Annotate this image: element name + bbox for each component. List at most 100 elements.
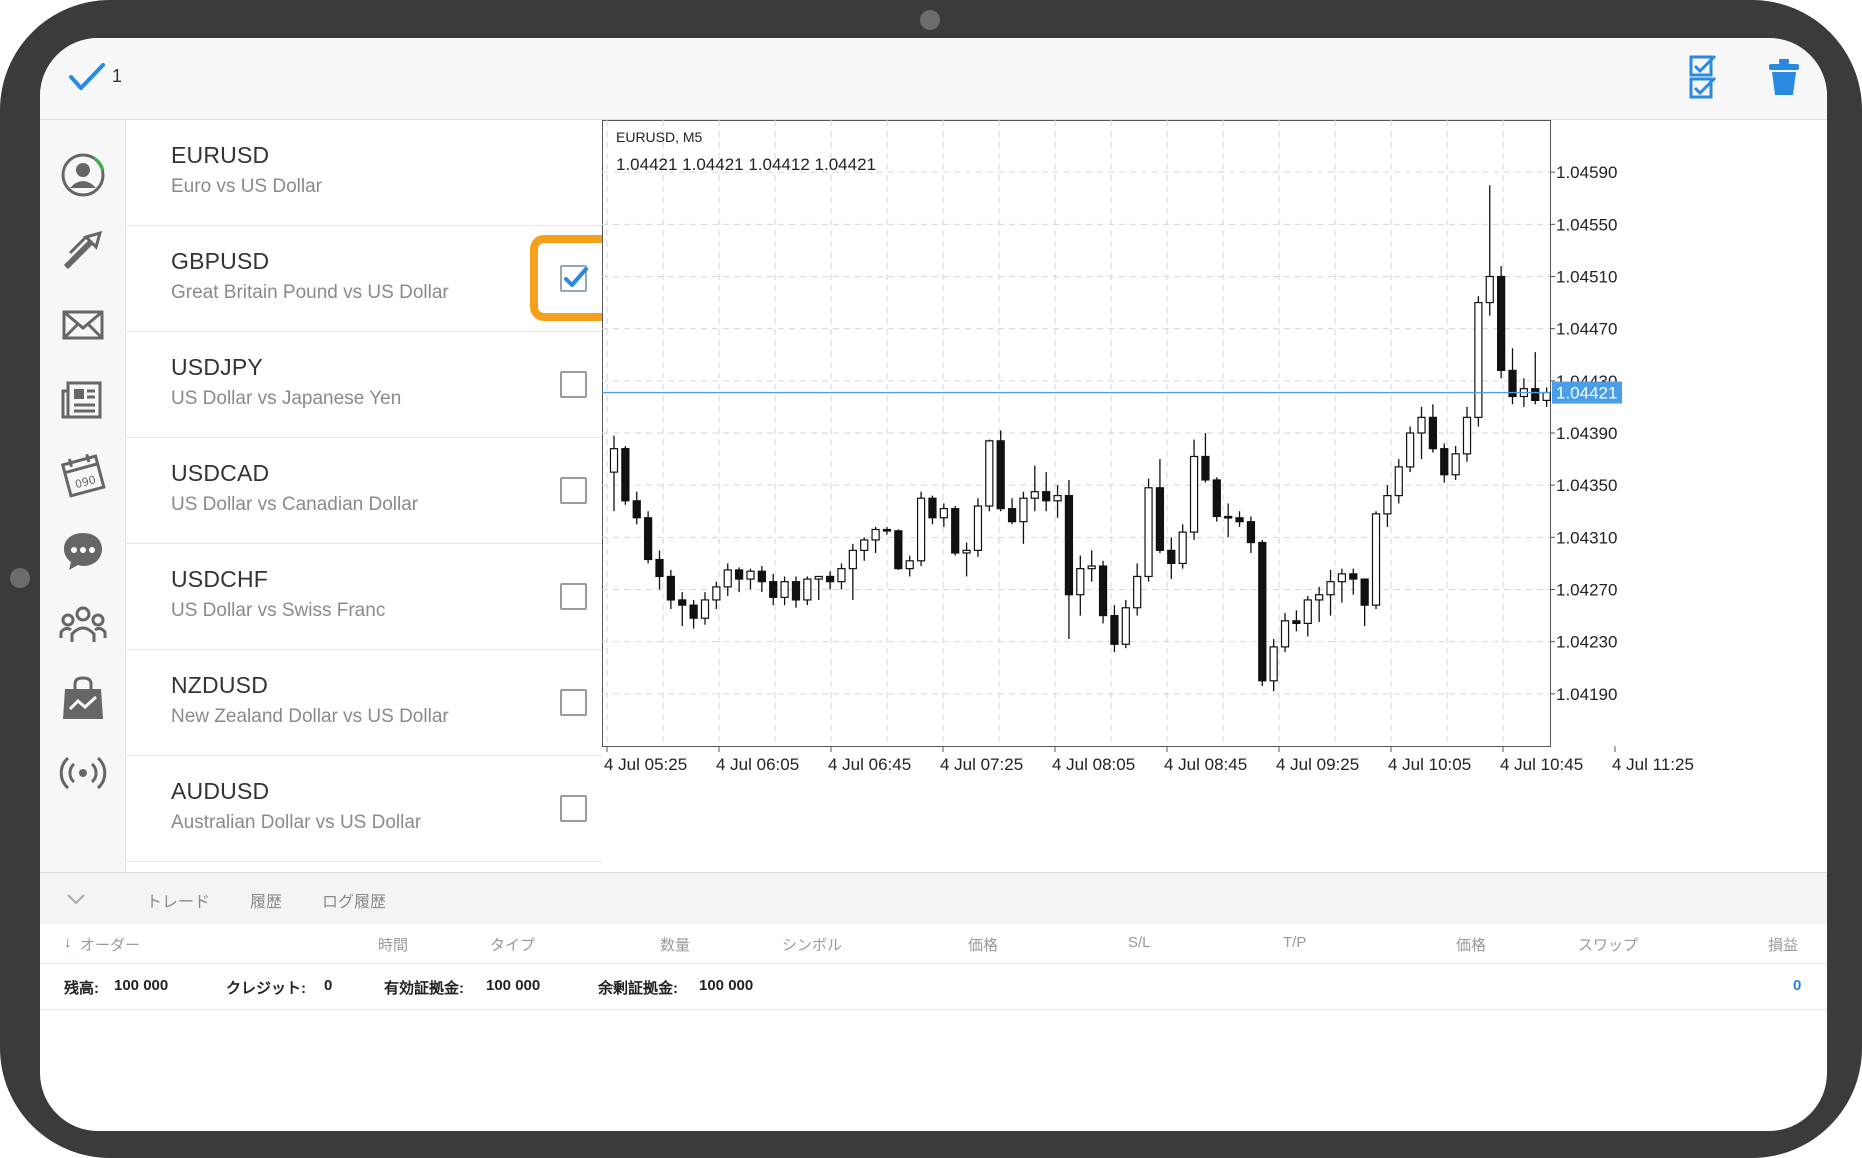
candle	[1042, 472, 1051, 512]
col-volume[interactable]: 数量	[660, 934, 690, 955]
candle	[848, 543, 857, 600]
select-all-icon[interactable]	[1688, 54, 1718, 100]
col-order[interactable]: オーダー	[80, 934, 140, 955]
candle	[666, 569, 675, 610]
candle	[1098, 560, 1108, 624]
y-tick-label: 1.04470	[1556, 320, 1617, 339]
y-tick-label: 1.04550	[1556, 215, 1617, 234]
y-tick-label: 1.04310	[1556, 528, 1617, 547]
x-tick-label: 4 Jul 07:25	[940, 755, 1023, 774]
chevron-down-icon[interactable]	[64, 887, 88, 911]
sort-arrow-icon[interactable]: ↓	[64, 934, 72, 951]
candle	[951, 506, 960, 556]
symbol-row-usdcad[interactable]: USDCAD US Dollar vs Canadian Dollar	[126, 438, 602, 544]
candle	[621, 446, 630, 505]
candle	[1269, 639, 1278, 692]
check-icon[interactable]	[68, 62, 106, 92]
candle-body-up	[1451, 453, 1460, 476]
table-header: ↓ オーダー 時間 タイプ 数量 シンボル 価格 S/L T/P 価格 スワップ…	[40, 924, 1827, 964]
symbol-checkbox[interactable]	[560, 477, 587, 504]
candle-body-down	[1292, 620, 1301, 625]
candle	[1383, 485, 1392, 527]
candle	[1087, 550, 1096, 582]
candle	[1224, 503, 1233, 538]
symbol-checkbox[interactable]	[560, 795, 587, 822]
symbol-checkbox[interactable]	[560, 583, 587, 610]
candle-body-up	[803, 578, 812, 601]
y-tick-label: 1.04270	[1556, 581, 1617, 600]
tab-log-history[interactable]: ログ履歴	[322, 888, 386, 912]
symbol-row-usdchf[interactable]: USDCHF US Dollar vs Swiss Franc	[126, 544, 602, 650]
symbol-row-eurusd[interactable]: EURUSD Euro vs US Dollar	[126, 120, 602, 226]
mail-icon[interactable]	[58, 300, 108, 350]
candle-body-down	[1201, 455, 1210, 481]
col-price[interactable]: 価格	[968, 934, 998, 955]
side-button	[10, 568, 30, 588]
signal-icon[interactable]	[58, 748, 108, 798]
symbol-list: EURUSD Euro vs US Dollar GBPUSD Great Br…	[126, 120, 602, 872]
candle-body-down	[894, 530, 903, 570]
candle	[973, 498, 983, 557]
y-tick-label: 1.04350	[1556, 476, 1617, 495]
candle	[678, 592, 687, 627]
candle-body-up	[1280, 620, 1290, 648]
candle-body-up	[1121, 607, 1130, 645]
candle	[700, 592, 710, 625]
candle-body-up	[1189, 455, 1199, 533]
y-tick-label: 1.04390	[1556, 424, 1617, 443]
symbol-description: Australian Dollar vs US Dollar	[171, 812, 422, 833]
col-type[interactable]: タイプ	[490, 934, 535, 955]
symbol-row-gbpusd[interactable]: GBPUSD Great Britain Pound vs US Dollar	[126, 226, 602, 332]
equity-label: 有効証拠金:	[384, 980, 464, 997]
candle-body-down	[882, 528, 892, 532]
chart-canvas[interactable]: 1.045901.045501.045101.044701.044301.043…	[602, 120, 1827, 872]
candle	[894, 529, 903, 570]
col-sl[interactable]: S/L	[1128, 934, 1151, 951]
candle-body-down	[1155, 487, 1165, 551]
chat-icon[interactable]	[58, 525, 108, 575]
candle	[985, 439, 994, 512]
tab-history[interactable]: 履歴	[250, 888, 282, 912]
col-time[interactable]: 時間	[378, 934, 408, 955]
candle	[1542, 387, 1551, 407]
candle-body-up	[1178, 531, 1187, 565]
price-chart[interactable]: 1.04590 1.04550 1.04510 1.04470 1.04430 1.043…	[602, 120, 1827, 872]
symbol-row-audusd[interactable]: AUDUSD Australian Dollar vs US Dollar	[126, 756, 602, 862]
candle-body-down	[643, 517, 653, 561]
trash-icon[interactable]	[1768, 58, 1800, 96]
col-symbol[interactable]: シンボル	[782, 934, 842, 955]
symbol-row-usdjpy[interactable]: USDJPY US Dollar vs Japanese Yen	[126, 332, 602, 438]
col-tp[interactable]: T/P	[1283, 934, 1306, 951]
candle	[1178, 524, 1187, 569]
y-tick-label: 1.04230	[1556, 633, 1617, 652]
x-tick-label: 4 Jul 11:25	[1612, 755, 1694, 774]
candle	[814, 575, 823, 600]
symbol-name: GBPUSD	[171, 248, 270, 274]
candle	[1189, 439, 1199, 540]
candle	[1246, 516, 1256, 553]
candle-body-down	[1098, 565, 1108, 617]
candle-body-down	[1110, 614, 1119, 645]
col-profit[interactable]: 損益	[1768, 934, 1798, 955]
tab-trade[interactable]: トレード	[146, 888, 210, 912]
symbol-row-nzdusd[interactable]: NZDUSD New Zealand Dollar vs US Dollar	[126, 650, 602, 756]
col-swap[interactable]: スワップ	[1578, 934, 1638, 955]
candle-body-up	[712, 586, 721, 601]
candle	[689, 599, 698, 629]
col-current-price[interactable]: 価格	[1456, 934, 1486, 955]
candle	[860, 537, 869, 561]
symbol-checkbox[interactable]	[560, 689, 587, 716]
candle-body-down	[757, 570, 766, 583]
market-icon[interactable]	[58, 675, 108, 725]
account-icon[interactable]	[58, 150, 108, 200]
symbol-checkbox[interactable]	[560, 371, 587, 398]
calendar-icon[interactable]: 090	[58, 450, 108, 500]
symbol-name: USDCHF	[171, 566, 269, 592]
symbol-checkbox-checked[interactable]	[560, 265, 588, 292]
community-icon[interactable]	[58, 600, 108, 650]
symbol-name: EURUSD	[171, 142, 270, 168]
news-icon[interactable]	[58, 375, 108, 425]
trade-arrows-icon[interactable]	[58, 225, 108, 275]
candle-body-down	[1167, 549, 1176, 565]
candle-body-up	[1417, 416, 1426, 434]
